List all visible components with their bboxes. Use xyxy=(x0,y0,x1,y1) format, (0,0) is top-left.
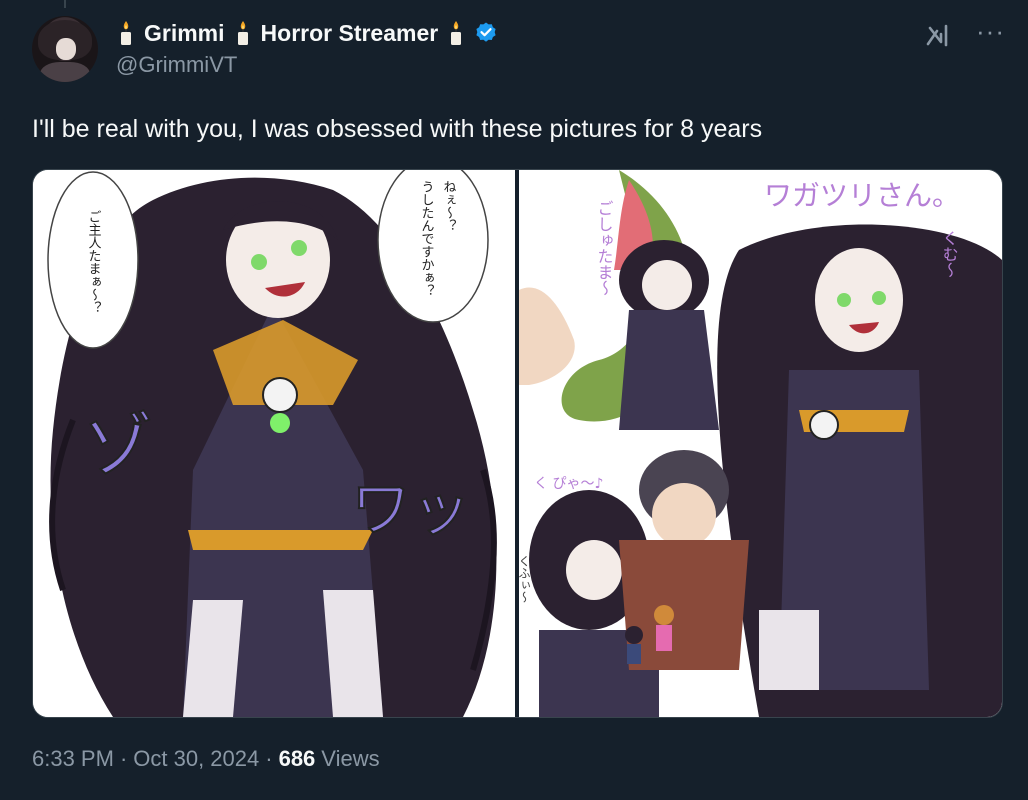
caption-mumu: くむ〜 xyxy=(940,230,959,278)
tweet-meta: 6:33 PM · Oct 30, 2024 · 686 Views xyxy=(32,746,380,772)
tweet-header: Grimmi Horror Streamer @GrimmiVT ··· xyxy=(32,16,1004,86)
user-handle[interactable]: @GrimmiVT xyxy=(116,52,237,78)
display-name-part-1[interactable]: Grimmi xyxy=(144,20,225,47)
tweet-time[interactable]: 6:33 PM xyxy=(32,746,114,772)
speech-bubble-2-text-1: ねぇ〜？ xyxy=(441,180,457,232)
media-container[interactable]: ご主人たまぁ〜？ ねぇ〜？ うしたんですかぁ？ ゾ ワッ ワガツリさん。 ごしゅ… xyxy=(32,169,1003,718)
candle-icon xyxy=(237,21,248,45)
avatar[interactable] xyxy=(32,16,98,82)
views-label: Views xyxy=(321,746,380,771)
views-count[interactable]: 686 xyxy=(279,746,316,772)
more-icon[interactable]: ··· xyxy=(976,18,1004,50)
candle-icon xyxy=(121,21,131,45)
tweet-text: I'll be real with you, I was obsessed wi… xyxy=(32,115,763,143)
thread-connector-line xyxy=(64,0,66,8)
sfx-wa-text: ワッ xyxy=(351,475,471,545)
media-image-right[interactable]: ワガツリさん。 ごしゅたま〜 くむ〜 く ぴゃ〜♪ くふぃ〜 xyxy=(519,170,1002,717)
grok-icon[interactable] xyxy=(924,22,952,50)
caption-kyu: く ぴゃ〜♪ xyxy=(534,476,603,492)
candle-icon xyxy=(451,21,462,45)
speech-bubble-1-text: ご主人たまぁ〜？ xyxy=(86,210,102,314)
sfx-zo-text: ゾ xyxy=(83,405,153,487)
caption-gosyujin: ごしゅたま〜 xyxy=(595,200,614,296)
avatar-body xyxy=(40,62,90,82)
speech-bubble-2-text-2: うしたんですかぁ？ xyxy=(419,180,434,297)
illustration-right: ワガツリさん。 ごしゅたま〜 くむ〜 く ぴゃ〜♪ くふぃ〜 xyxy=(519,170,1002,717)
display-name-row[interactable]: Grimmi Horror Streamer xyxy=(116,16,498,50)
caption-top: ワガツリさん。 xyxy=(764,179,960,212)
avatar-face xyxy=(56,38,76,60)
meta-separator: · xyxy=(265,746,273,771)
verified-badge-icon[interactable] xyxy=(474,21,498,45)
tweet-date[interactable]: Oct 30, 2024 xyxy=(133,746,259,772)
illustration-left: ご主人たまぁ〜？ ねぇ〜？ うしたんですかぁ？ ゾ ワッ xyxy=(33,170,515,717)
meta-separator: · xyxy=(119,746,128,771)
caption-kuhya: くふぃ〜 xyxy=(519,555,531,603)
media-image-left[interactable]: ご主人たまぁ〜？ ねぇ〜？ うしたんですかぁ？ ゾ ワッ xyxy=(33,170,515,717)
display-name-part-2[interactable]: Horror Streamer xyxy=(261,20,439,47)
